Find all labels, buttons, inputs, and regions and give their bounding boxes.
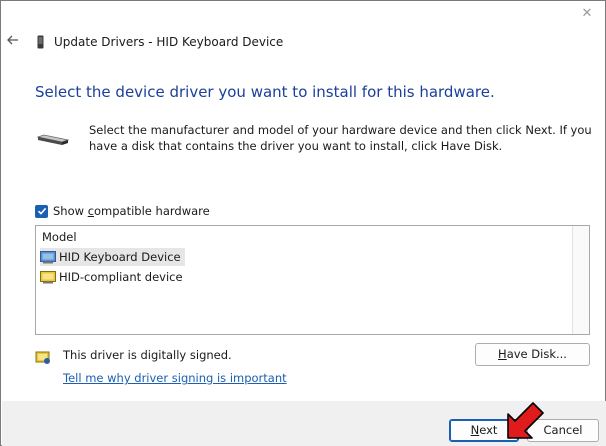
show-compatible-label[interactable]: Show compatible hardware <box>53 204 210 218</box>
show-compatible-checkbox-row[interactable]: Show compatible hardware <box>35 203 210 219</box>
back-arrow-icon[interactable] <box>6 33 20 47</box>
model-list[interactable]: Model HID Keyboard Device HID-compliant … <box>35 225 590 335</box>
model-list-scrollbar[interactable] <box>572 226 589 334</box>
have-disk-button[interactable]: Have Disk... <box>475 343 590 366</box>
page-heading: Select the device driver you want to ins… <box>35 83 495 101</box>
hid-device-icon <box>40 271 56 284</box>
label-part: Show <box>53 204 88 218</box>
model-list-item-label: HID Keyboard Device <box>59 250 181 264</box>
label-part: ompatible hardware <box>94 204 210 218</box>
have-disk-label: ave Disk... <box>506 347 567 361</box>
have-disk-accelerator: H <box>498 347 507 361</box>
close-button[interactable]: ✕ <box>577 5 597 23</box>
keyboard-device-icon <box>40 251 56 264</box>
keyboard-device-title-icon <box>37 35 44 49</box>
model-list-item[interactable]: HID-compliant device <box>40 268 187 286</box>
show-compatible-checkbox[interactable] <box>35 204 48 218</box>
dialog-window: ✕ Update Drivers - HID Keyboard Device S… <box>0 0 606 446</box>
close-icon: ✕ <box>581 6 593 21</box>
signed-status-text: This driver is digitally signed. <box>63 348 232 362</box>
driver-signing-link[interactable]: Tell me why driver signing is important <box>63 371 287 385</box>
next-label: ext <box>479 423 498 437</box>
model-list-item-label: HID-compliant device <box>59 270 183 284</box>
next-accelerator: N <box>470 423 480 437</box>
model-list-header: Model <box>42 230 77 244</box>
checkmark-icon <box>37 207 46 215</box>
hardware-icon <box>37 134 69 145</box>
model-list-item[interactable]: HID Keyboard Device <box>40 248 185 266</box>
window-title: Update Drivers - HID Keyboard Device <box>54 35 284 49</box>
signed-driver-icon <box>35 351 50 364</box>
intro-text: Select the manufacturer and model of you… <box>89 123 592 153</box>
red-pointer-arrow-icon <box>507 402 544 439</box>
